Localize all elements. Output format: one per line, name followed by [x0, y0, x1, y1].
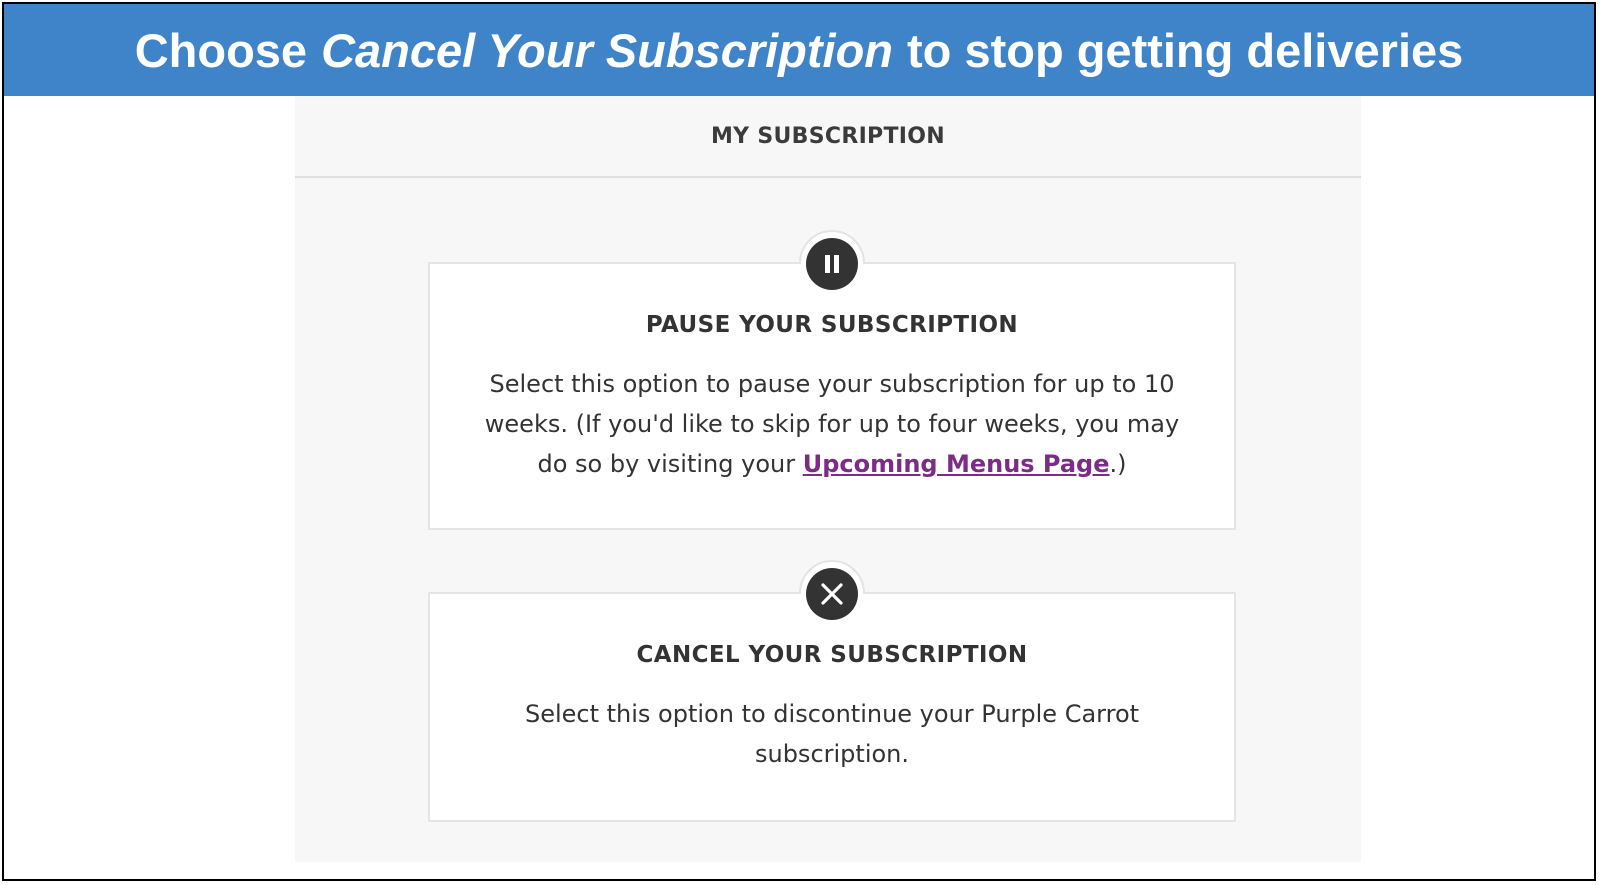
cancel-option-description: Select this option to discontinue your P…	[524, 700, 1140, 768]
banner-emphasis: Cancel Your Subscription	[321, 23, 894, 77]
panel-header: MY SUBSCRIPTION	[295, 96, 1361, 178]
screenshot-frame: Choose Cancel Your Subscription to stop …	[2, 2, 1596, 881]
close-icon	[806, 568, 858, 620]
cancel-option-title: CANCEL YOUR SUBSCRIPTION	[636, 642, 1028, 668]
banner-suffix: to stop getting deliveries	[907, 23, 1464, 77]
instruction-banner: Choose Cancel Your Subscription to stop …	[4, 4, 1594, 96]
banner-prefix: Choose	[134, 23, 308, 77]
pause-option-title: PAUSE YOUR SUBSCRIPTION	[645, 312, 1019, 338]
pause-desc-end: .)	[1109, 450, 1127, 478]
pause-option-description: Select this option to pause your subscri…	[472, 364, 1192, 484]
pause-subscription-option[interactable]: PAUSE YOUR SUBSCRIPTION Select this opti…	[428, 230, 1236, 530]
subscription-panel: MY SUBSCRIPTION PAUSE YOUR SUBSCRIPTION …	[295, 96, 1361, 862]
upcoming-menus-link[interactable]: Upcoming Menus Page	[803, 450, 1110, 478]
cancel-subscription-option[interactable]: CANCEL YOUR SUBSCRIPTION Select this opt…	[428, 560, 1236, 822]
pause-icon	[806, 238, 858, 290]
page-title: MY SUBSCRIPTION	[710, 123, 945, 149]
